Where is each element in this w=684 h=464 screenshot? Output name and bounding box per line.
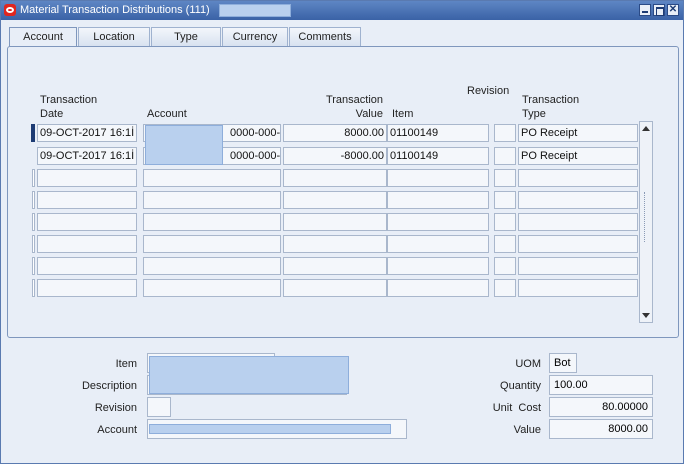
cell-item[interactable]: 01100149: [387, 147, 489, 165]
account-redacted-block: [149, 424, 391, 434]
cell-transaction-type[interactable]: [518, 257, 638, 275]
quantity-label: Quantity: [500, 380, 541, 392]
cell-revision[interactable]: [494, 257, 516, 275]
revision-field[interactable]: [147, 397, 171, 417]
cell-item[interactable]: [387, 235, 489, 253]
cell-transaction-type[interactable]: [518, 191, 638, 209]
cell-account[interactable]: [143, 257, 281, 275]
tab-type[interactable]: Type: [151, 27, 221, 46]
row-marker: [32, 257, 35, 275]
header-transaction-date-line1: Transaction: [40, 94, 98, 106]
window-title: Material Transaction Distributions (111): [20, 4, 210, 16]
window-controls: ✕: [639, 4, 679, 16]
cell-item[interactable]: [387, 191, 489, 209]
row-marker: [32, 279, 35, 297]
cell-transaction-date[interactable]: [37, 213, 137, 231]
cell-transaction-value[interactable]: [283, 257, 387, 275]
description-label: Description: [81, 380, 137, 392]
cell-transaction-type[interactable]: [518, 213, 638, 231]
cell-revision[interactable]: [494, 191, 516, 209]
cell-account[interactable]: [143, 169, 281, 187]
cell-transaction-value[interactable]: [283, 235, 387, 253]
cell-transaction-type[interactable]: [518, 279, 638, 297]
cell-transaction-date[interactable]: 09-OCT-2017 16:1İ: [37, 147, 137, 165]
cell-transaction-date[interactable]: [37, 235, 137, 253]
cell-item[interactable]: [387, 213, 489, 231]
unit-cost-field[interactable]: 80.00000: [549, 397, 653, 417]
tab-strip: Account Location Type Currency Comments: [9, 27, 362, 47]
cell-transaction-type[interactable]: [518, 235, 638, 253]
maximize-icon[interactable]: [653, 4, 665, 16]
tab-comments[interactable]: Comments: [289, 27, 361, 46]
records-scrollbar[interactable]: [639, 121, 653, 323]
cell-revision[interactable]: [494, 124, 516, 142]
cell-transaction-date[interactable]: [37, 279, 137, 297]
scroll-down-icon[interactable]: [642, 313, 650, 318]
cell-item[interactable]: 01100149: [387, 124, 489, 142]
unit-cost-label: Unit Cost: [492, 402, 541, 414]
cell-revision[interactable]: [494, 213, 516, 231]
revision-label: Revision: [94, 402, 137, 414]
cell-transaction-type[interactable]: PO Receipt: [518, 124, 638, 142]
cell-transaction-type[interactable]: [518, 169, 638, 187]
value-field[interactable]: 8000.00: [549, 419, 653, 439]
cell-account[interactable]: [143, 213, 281, 231]
cell-transaction-date[interactable]: [37, 191, 137, 209]
cell-revision[interactable]: [494, 279, 516, 297]
item-label: Item: [115, 358, 137, 370]
cell-transaction-value[interactable]: 8000.00: [283, 124, 387, 142]
header-transaction-date-line2: Date: [40, 108, 64, 120]
cell-account[interactable]: [143, 191, 281, 209]
cell-transaction-date[interactable]: 09-OCT-2017 16:1İ: [37, 124, 137, 142]
uom-label: UOM: [515, 358, 541, 370]
row-marker: [32, 235, 35, 253]
account-redacted-block: [145, 125, 223, 165]
item-description-redacted-block: [149, 356, 349, 394]
material-transaction-distributions-window: Material Transaction Distributions (111)…: [0, 0, 684, 464]
value-label: Value: [513, 424, 541, 436]
cell-transaction-value[interactable]: [283, 191, 387, 209]
tab-currency[interactable]: Currency: [222, 27, 288, 46]
header-revision: Revision: [467, 85, 510, 97]
scroll-up-icon[interactable]: [642, 126, 650, 131]
close-icon[interactable]: ✕: [667, 4, 679, 16]
current-record-indicator: [31, 124, 35, 142]
cell-transaction-value[interactable]: [283, 169, 387, 187]
cell-transaction-type[interactable]: PO Receipt: [518, 147, 638, 165]
header-item: Item: [392, 108, 414, 120]
cell-transaction-value[interactable]: [283, 213, 387, 231]
title-redacted-block: [219, 4, 291, 17]
cell-transaction-value[interactable]: -8000.00: [283, 147, 387, 165]
row-marker: [32, 213, 35, 231]
minimize-icon[interactable]: [639, 4, 651, 16]
title-bar: Material Transaction Distributions (111)…: [1, 1, 683, 20]
cell-transaction-date[interactable]: [37, 169, 137, 187]
header-account: Account: [147, 108, 187, 120]
cell-revision[interactable]: [494, 169, 516, 187]
header-transaction-type-line1: Transaction: [522, 94, 580, 106]
header-transaction-value-line1: Transaction: [325, 94, 383, 106]
tab-location[interactable]: Location: [78, 27, 150, 46]
cell-revision[interactable]: [494, 235, 516, 253]
cell-account[interactable]: [143, 279, 281, 297]
account-label: Account: [97, 424, 137, 436]
row-marker: [32, 191, 35, 209]
cell-item[interactable]: [387, 257, 489, 275]
cell-item[interactable]: [387, 279, 489, 297]
cell-transaction-value[interactable]: [283, 279, 387, 297]
row-marker: [32, 169, 35, 187]
scroll-thumb[interactable]: [644, 192, 648, 242]
cell-revision[interactable]: [494, 147, 516, 165]
cell-item[interactable]: [387, 169, 489, 187]
quantity-field[interactable]: 100.00: [549, 375, 653, 395]
uom-field[interactable]: Bot: [549, 353, 577, 373]
cell-transaction-date[interactable]: [37, 257, 137, 275]
header-transaction-value-line2: Value: [355, 108, 383, 120]
oracle-logo-icon: [4, 4, 16, 16]
header-transaction-type-line2: Type: [522, 108, 546, 120]
cell-account[interactable]: [143, 235, 281, 253]
tab-account[interactable]: Account: [9, 27, 77, 47]
